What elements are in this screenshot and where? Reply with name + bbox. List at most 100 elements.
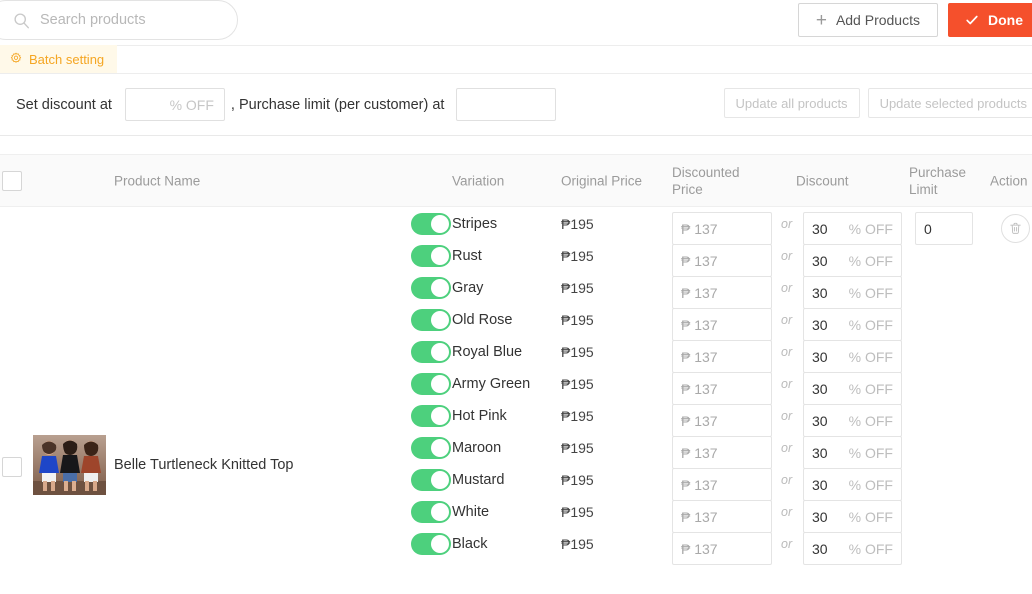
discount-percent-value: 30 <box>812 412 828 429</box>
select-all-checkbox[interactable] <box>2 170 22 191</box>
header-original-price: Original Price <box>561 173 643 188</box>
variation-row: Rust ₱195 ₱ 137 or 30 % OFF <box>0 240 1032 277</box>
or-separator: or <box>781 217 793 231</box>
header-action: Action <box>990 173 1028 188</box>
discount-percent-value: 30 <box>812 476 828 493</box>
variation-name: Black <box>452 536 488 552</box>
variation-name: Army Green <box>452 376 531 392</box>
or-separator: or <box>781 441 793 455</box>
variation-toggle-stripes[interactable] <box>411 213 451 235</box>
variation-name: Maroon <box>452 440 502 456</box>
search-box[interactable] <box>0 0 238 40</box>
original-price: ₱195 <box>561 408 594 424</box>
or-separator: or <box>781 249 793 263</box>
set-discount-label: Set discount at <box>16 96 112 113</box>
batch-update-buttons: Update all products Update selected prod… <box>723 88 1032 118</box>
variation-toggle-royal-blue[interactable] <box>411 341 451 363</box>
variation-row: Mustard ₱195 ₱ 137 or 30 % OFF <box>0 464 1032 501</box>
delete-product-button[interactable] <box>1001 214 1030 243</box>
select-all-checkbox-wrap[interactable] <box>2 170 22 191</box>
purchase-limit-value: 0 <box>924 220 932 237</box>
search-icon <box>14 12 29 28</box>
percent-off-suffix: % OFF <box>848 508 893 525</box>
or-separator: or <box>781 377 793 391</box>
or-separator: or <box>781 505 793 519</box>
batch-purchase-limit-input[interactable] <box>456 88 557 121</box>
discount-percent-value: 30 <box>812 508 828 525</box>
percent-off-suffix: % OFF <box>848 316 893 333</box>
variation-name: Rust <box>452 248 482 264</box>
tab-batch-setting[interactable]: Batch setting <box>0 45 118 73</box>
discounted-price-value: ₱ 137 <box>681 316 718 333</box>
batch-setting-panel: Set discount at , Purchase limit (per cu… <box>0 74 1032 136</box>
discount-percent-value: 30 <box>812 316 828 333</box>
discounted-price-value: ₱ 137 <box>681 444 718 461</box>
discounted-price-value: ₱ 137 <box>681 380 718 397</box>
original-price: ₱195 <box>561 280 594 296</box>
variation-toggle-white[interactable] <box>411 501 451 523</box>
batch-setting-label: Batch setting <box>29 51 105 67</box>
header-discounted-price: Discounted Price <box>672 164 740 197</box>
variation-name: White <box>452 504 490 520</box>
percent-off-suffix: % OFF <box>848 476 893 493</box>
header-purchase-limit: Purchase Limit <box>909 164 967 197</box>
variation-toggle-hot-pink[interactable] <box>411 405 451 427</box>
variation-row: Hot Pink ₱195 ₱ 137 or 30 % OFF <box>0 400 1032 437</box>
variation-name: Mustard <box>452 472 505 488</box>
discount-percent-value: 30 <box>812 252 828 269</box>
percent-off-suffix: % OFF <box>848 252 893 269</box>
header-variation: Variation <box>452 173 505 188</box>
variation-name: Gray <box>452 280 484 296</box>
percent-off-suffix: % OFF <box>848 284 893 301</box>
batch-tab-row: Batch setting <box>0 45 1032 74</box>
variation-toggle-gray[interactable] <box>411 277 451 299</box>
or-separator: or <box>781 537 793 551</box>
top-bar: + Add Products Done <box>0 0 1032 46</box>
variation-toggle-maroon[interactable] <box>411 437 451 459</box>
original-price: ₱195 <box>561 216 594 232</box>
discounted-price-value: ₱ 137 <box>681 284 718 301</box>
update-all-products-button[interactable]: Update all products <box>723 88 860 118</box>
discounted-price-value: ₱ 137 <box>681 348 718 365</box>
discount-percent-input[interactable]: 30 % OFF <box>803 532 902 565</box>
discount-percent-value: 30 <box>812 380 828 397</box>
variation-name: Royal Blue <box>452 344 523 360</box>
discounted-price-input[interactable]: ₱ 137 <box>672 532 772 565</box>
done-button[interactable]: Done <box>948 3 1032 37</box>
header-discount: Discount <box>796 173 849 188</box>
purchase-limit-label: , Purchase limit (per customer) at <box>230 96 445 113</box>
variation-name: Hot Pink <box>452 408 507 424</box>
add-products-label: Add Products <box>835 12 920 28</box>
discount-percent-value: 30 <box>812 220 828 237</box>
done-label: Done <box>988 12 1023 28</box>
variation-toggle-rust[interactable] <box>411 245 451 267</box>
original-price: ₱195 <box>561 248 594 264</box>
original-price: ₱195 <box>561 312 594 328</box>
variation-toggle-army-green[interactable] <box>411 373 451 395</box>
discounted-price-value: ₱ 137 <box>681 508 718 525</box>
update-selected-products-button[interactable]: Update selected products <box>867 88 1032 118</box>
batch-discount-input[interactable] <box>124 88 225 121</box>
header-product-name: Product Name <box>114 173 201 188</box>
or-separator: or <box>781 313 793 327</box>
discounted-price-value: ₱ 137 <box>681 476 718 493</box>
percent-off-suffix: % OFF <box>848 540 893 557</box>
percent-off-suffix: % OFF <box>848 380 893 397</box>
trash-icon <box>1010 222 1021 234</box>
original-price: ₱195 <box>561 376 594 392</box>
variation-row: Royal Blue ₱195 ₱ 137 or 30 % OFF <box>0 336 1032 373</box>
variation-toggle-mustard[interactable] <box>411 469 451 491</box>
variation-name: Old Rose <box>452 312 513 328</box>
table-body: Belle Turtleneck Knitted Top Stripes ₱195… <box>0 207 1032 565</box>
percent-off-suffix: % OFF <box>848 348 893 365</box>
add-products-button[interactable]: + Add Products <box>797 3 938 37</box>
variation-toggle-old-rose[interactable] <box>411 309 451 331</box>
discounted-price-value: ₱ 137 <box>681 540 718 557</box>
search-input[interactable] <box>40 9 220 31</box>
check-icon <box>966 15 978 25</box>
or-separator: or <box>781 281 793 295</box>
discounted-price-value: ₱ 137 <box>681 252 718 269</box>
variation-row: Old Rose ₱195 ₱ 137 or 30 % OFF <box>0 304 1032 341</box>
plus-icon: + <box>815 9 827 31</box>
variation-toggle-black[interactable] <box>411 533 451 555</box>
